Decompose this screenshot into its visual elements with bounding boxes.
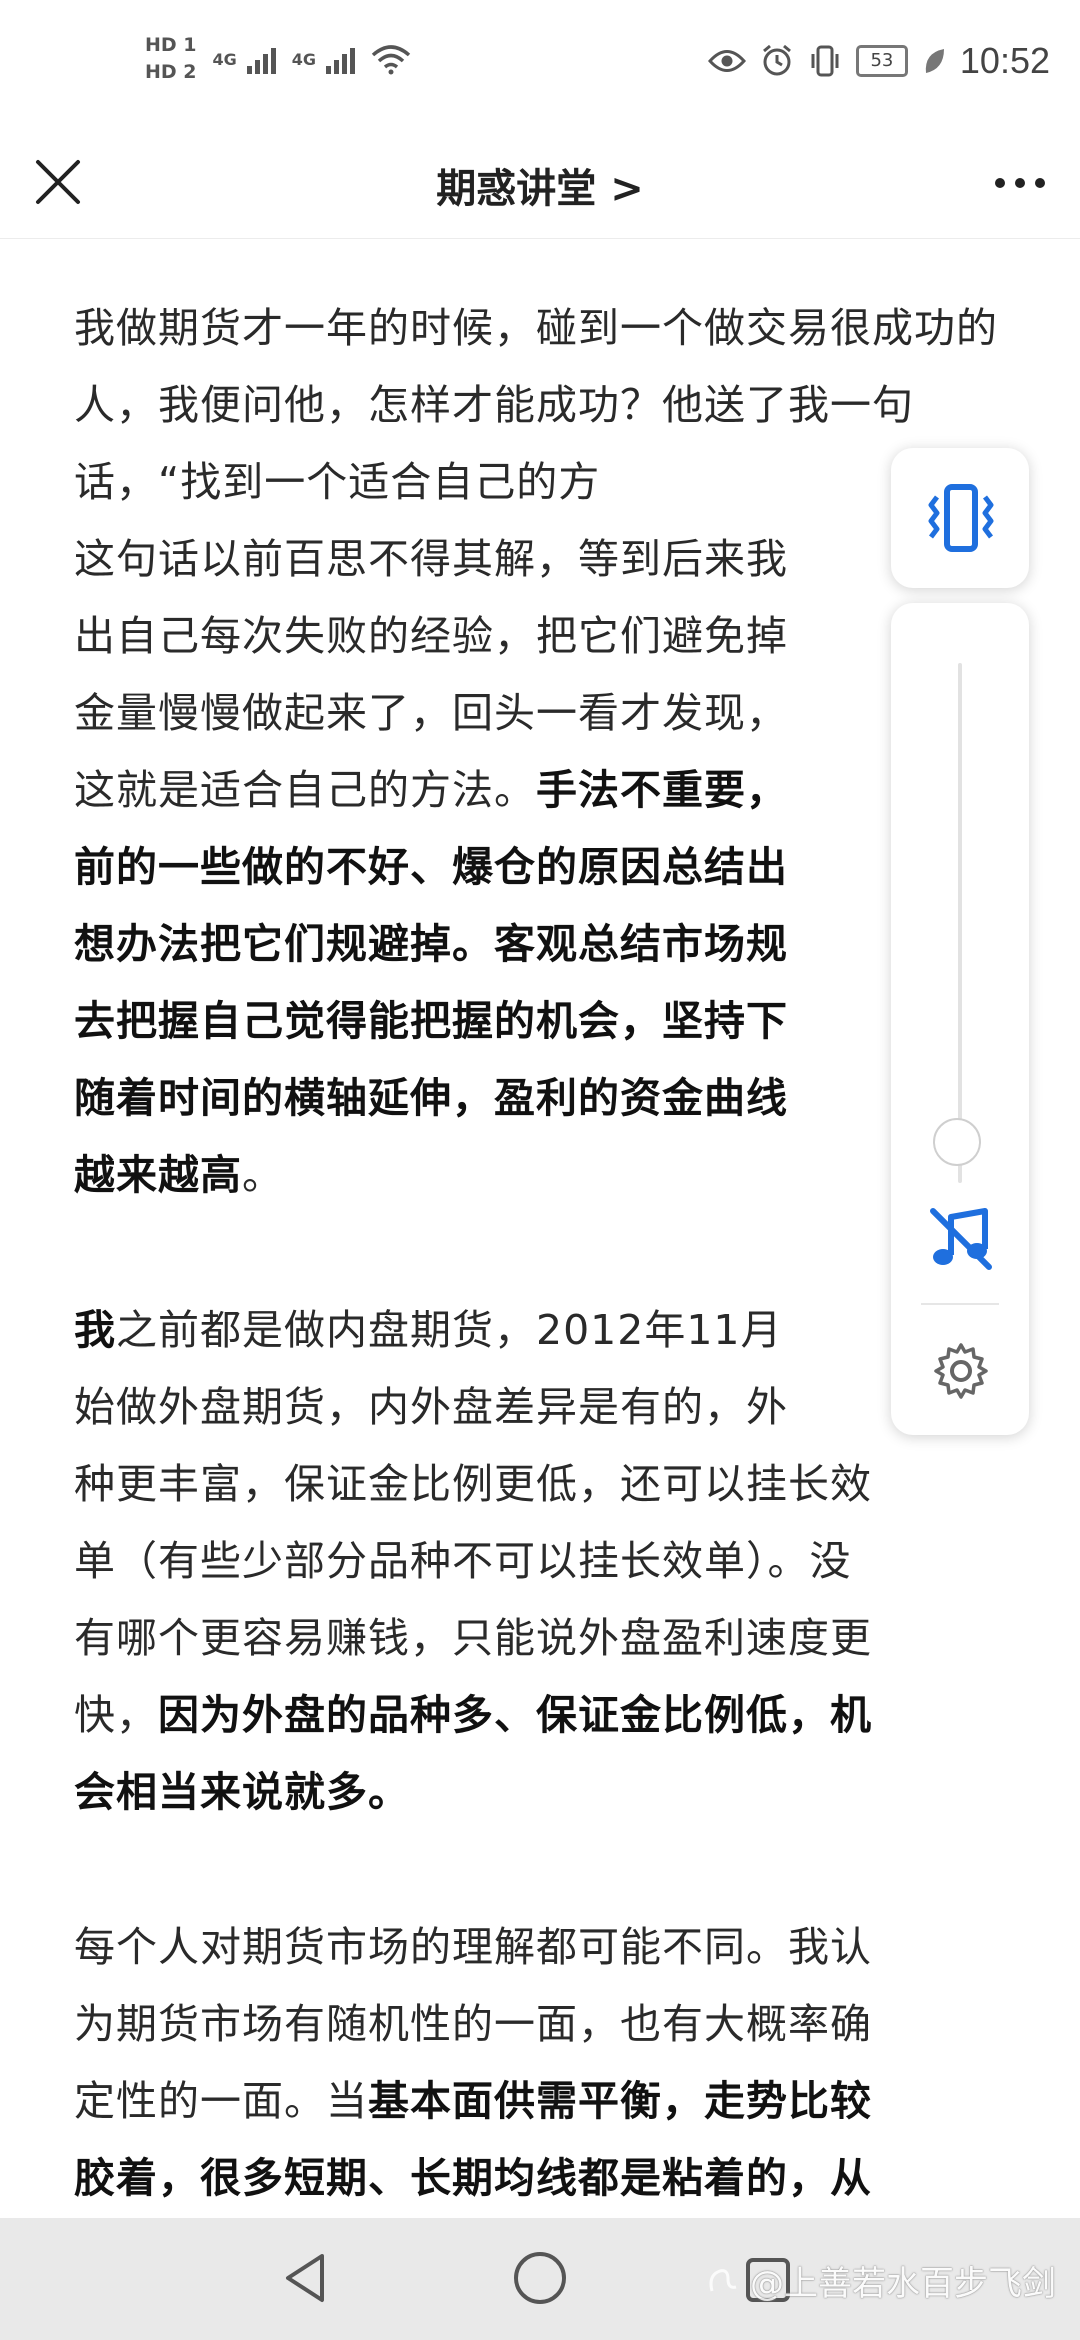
bold-text: 胶着，很多短期、长期均线都是粘着的，从 bbox=[74, 2154, 872, 2202]
back-icon bbox=[286, 2254, 324, 2302]
paragraph-1: 我做期货才一年的时候，碰到一个做交易很成功的人，我便问他，怎样才能成功？他送了我… bbox=[74, 290, 1014, 1214]
home-circle-icon bbox=[514, 2252, 566, 2304]
network-status: HD 1 HD 2 4G 4G bbox=[145, 36, 411, 82]
network-type-1: 4G bbox=[212, 49, 237, 69]
bold-text: 手法不重要， bbox=[536, 766, 788, 814]
paragraph-text: 始做外盘期货，内外盘差异是有的，外 bbox=[74, 1383, 788, 1431]
paragraph-text: 快， bbox=[74, 1691, 158, 1739]
paragraph-text: 我做期货才一年的时候，碰到一个做交易很成功的人，我便问他，怎样才能成功？他送了我… bbox=[74, 304, 998, 506]
volume-slider-thumb[interactable] bbox=[933, 1118, 981, 1166]
navigation-bar: @上善若水百步飞剑 bbox=[0, 2218, 1080, 2340]
network-type-2: 4G bbox=[291, 49, 317, 69]
music-mute-button[interactable] bbox=[925, 1203, 997, 1275]
paragraph-text: 之前都是做内盘期货，2012年11月 bbox=[116, 1306, 783, 1354]
bold-text: 想办法把它们规避掉。客观总结市场规 bbox=[74, 920, 788, 968]
music-off-icon bbox=[930, 1208, 992, 1270]
bold-text: 因为外盘的品种多、保证金比例低，机 bbox=[158, 1691, 872, 1739]
more-button[interactable] bbox=[990, 158, 1050, 208]
clock: 10:52 bbox=[959, 40, 1050, 81]
bold-text: 前的一些做的不好、爆仓的原因总结出 bbox=[74, 843, 788, 891]
bold-text: 会相当来说就多。 bbox=[74, 1768, 410, 1816]
back-button[interactable] bbox=[278, 2248, 334, 2312]
signal-icon bbox=[246, 44, 276, 74]
vibrate-toggle-button[interactable] bbox=[891, 448, 1029, 588]
paragraph-2: 我之前都是做内盘期货，2012年11月 始做外盘期货，内外盘差异是有的，外 种更… bbox=[74, 1292, 1014, 1831]
paragraph-text: 为期货市场有随机性的一面，也有大概率确 bbox=[74, 2000, 872, 2048]
paragraph-text: 每个人对期货市场的理解都可能不同。我认 bbox=[74, 1923, 872, 1971]
paragraph-text: 。 bbox=[242, 1151, 284, 1199]
paragraph-text: 金量慢慢做起来了，回头一看才发现， bbox=[74, 689, 788, 737]
paragraph-text: 这句话以前百思不得其解，等到后来我 bbox=[74, 535, 788, 583]
alarm-icon bbox=[762, 44, 791, 76]
leaf-icon bbox=[925, 49, 944, 73]
bold-text: 我 bbox=[74, 1306, 116, 1354]
status-bar: HD 1 HD 2 4G 4G 53 10:52 bbox=[0, 0, 1080, 130]
paragraph-text: 出自己每次失败的经验，把它们避免掉 bbox=[74, 612, 788, 660]
sim1-label: HD 1 bbox=[145, 34, 197, 56]
gear-icon bbox=[934, 1343, 988, 1399]
volume-panel bbox=[891, 603, 1029, 1435]
page-title[interactable]: 期惑讲堂 > bbox=[0, 156, 1080, 214]
bold-text: 去把握自己觉得能把握的机会，坚持下 bbox=[74, 997, 788, 1045]
eye-icon bbox=[707, 50, 746, 72]
paragraph-text: 种更丰富，保证金比例更低，还可以挂长效 bbox=[74, 1460, 872, 1508]
more-icon bbox=[995, 178, 1045, 188]
vibrate-icon bbox=[928, 484, 994, 552]
paragraph-text: 有哪个更容易赚钱，只能说外盘盈利速度更 bbox=[74, 1614, 872, 1662]
title-bar: 期惑讲堂 > bbox=[0, 130, 1080, 239]
bold-text: 越来越高 bbox=[74, 1151, 242, 1199]
home-button[interactable] bbox=[510, 2248, 570, 2312]
sim2-label: HD 2 bbox=[145, 61, 197, 83]
divider bbox=[921, 1303, 999, 1305]
volume-slider[interactable] bbox=[958, 663, 962, 1183]
signal-icon bbox=[326, 44, 356, 74]
paragraph-text: 这就是适合自己的方法。 bbox=[74, 766, 536, 814]
bold-text: 基本面供需平衡，走势比较 bbox=[368, 2077, 872, 2125]
article-body: 我做期货才一年的时候，碰到一个做交易很成功的人，我便问他，怎样才能成功？他送了我… bbox=[74, 290, 1014, 2295]
brand-icon bbox=[709, 2268, 737, 2291]
wifi-icon bbox=[371, 45, 411, 75]
watermark-text: @上善若水百步飞剑 bbox=[750, 2264, 1056, 2304]
system-status: 53 10:52 bbox=[707, 40, 1050, 82]
vibrate-status-icon bbox=[811, 45, 839, 77]
paragraph-3: 每个人对期货市场的理解都可能不同。我认 为期货市场有随机性的一面，也有大概率确 … bbox=[74, 1909, 1014, 2217]
battery-indicator: 53 bbox=[855, 45, 908, 77]
paragraph-text: 单（有些少部分品种不可以挂长效单）。没 bbox=[74, 1537, 852, 1585]
settings-button[interactable] bbox=[931, 1341, 991, 1401]
bold-text: 随着时间的横轴延伸，盈利的资金曲线 bbox=[74, 1074, 788, 1122]
watermark: @上善若水百步飞剑 bbox=[706, 2256, 1056, 2305]
paragraph-text: 定性的一面。当 bbox=[74, 2077, 368, 2125]
